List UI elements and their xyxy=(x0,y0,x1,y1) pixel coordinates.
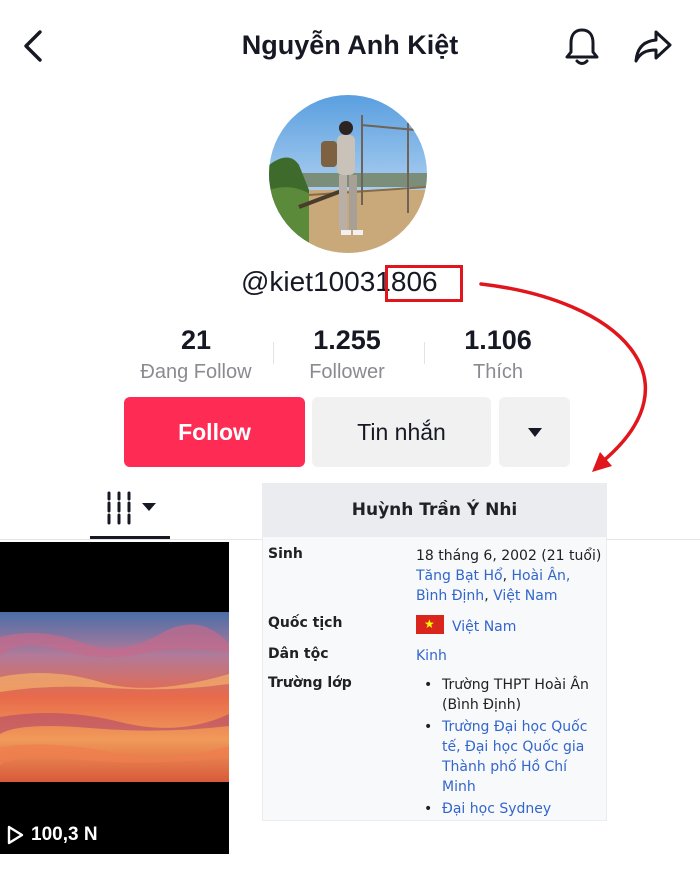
birth-date: 18 tháng 6, 2002 (21 tuổi) xyxy=(416,548,602,564)
stat-likes-label: Thích xyxy=(472,361,524,383)
school-list: Trường THPT Hoài Ân (Bình Định) Trường Đ… xyxy=(416,675,602,819)
wiki-key-birth: Sinh xyxy=(268,546,303,562)
stat-followers[interactable]: 1.255 Follower xyxy=(295,324,399,388)
bell-icon[interactable] xyxy=(560,24,604,68)
birth-province-link[interactable]: Bình Định xyxy=(416,588,484,604)
annotation-highlight-box xyxy=(385,265,463,302)
wiki-title: Huỳnh Trần Ý Nhi xyxy=(263,484,606,537)
grid-icon xyxy=(107,491,156,525)
wiki-value-education: Trường THPT Hoài Ân (Bình Định) Trường Đ… xyxy=(416,675,602,821)
sunset-image xyxy=(0,542,229,854)
video-thumbnail[interactable]: 100,3 N xyxy=(0,542,229,854)
birth-district-link[interactable]: Hoài Ân, xyxy=(511,568,570,584)
wiki-key-ethnicity: Dân tộc xyxy=(268,646,329,662)
birth-place-link[interactable]: Tăng Bạt Hổ xyxy=(416,568,503,584)
wiki-key-education: Trường lớp xyxy=(268,675,352,691)
tab-videos[interactable] xyxy=(90,485,170,540)
ethnicity-link[interactable]: Kinh xyxy=(416,646,602,666)
wiki-row-birth: Sinh 18 tháng 6, 2002 (21 tuổi) Tăng Bạt… xyxy=(268,546,602,606)
nationality-link[interactable]: Việt Nam xyxy=(452,619,516,635)
wiki-row-ethnicity: Dân tộc Kinh xyxy=(268,646,602,666)
stat-following-label: Đang Follow xyxy=(140,361,252,383)
stat-followers-label: Follower xyxy=(309,361,385,383)
stat-followers-value: 1.255 xyxy=(313,325,381,355)
wiki-row-nationality: Quốc tịch ★ Việt Nam xyxy=(268,615,602,637)
birth-country-link[interactable]: Việt Nam xyxy=(493,588,557,604)
username-prefix: @kiet1003 xyxy=(241,266,376,297)
wiki-value-nationality: ★ Việt Nam xyxy=(416,615,602,637)
school-item-link[interactable]: Đại học Sydney xyxy=(416,799,602,819)
stat-divider xyxy=(424,342,425,364)
more-options-button[interactable] xyxy=(499,397,570,467)
play-icon xyxy=(7,825,24,845)
avatar-photo xyxy=(269,95,427,253)
view-count: 100,3 N xyxy=(6,824,98,846)
wiki-key-nationality: Quốc tịch xyxy=(268,615,343,631)
avatar[interactable] xyxy=(269,95,427,253)
chevron-left-icon[interactable] xyxy=(14,26,54,66)
school-item-link[interactable]: Trường Đại học Quốc tế, Đại học Quốc gia… xyxy=(416,717,602,797)
caret-down-icon xyxy=(527,428,542,437)
wiki-row-education: Trường lớp Trường THPT Hoài Ân (Bình Địn… xyxy=(268,675,602,819)
page-title: Nguyễn Anh Kiệt xyxy=(241,30,459,60)
top-bar: Nguyễn Anh Kiệt xyxy=(0,0,700,92)
stat-divider xyxy=(273,342,274,364)
school-item: Trường THPT Hoài Ân (Bình Định) xyxy=(416,675,602,715)
message-button[interactable]: Tin nhắn xyxy=(312,397,491,467)
stat-following[interactable]: 21 Đang Follow xyxy=(130,324,262,388)
stat-likes-value: 1.106 xyxy=(464,325,532,355)
stat-following-value: 21 xyxy=(180,325,212,355)
wiki-value-birth: 18 tháng 6, 2002 (21 tuổi) Tăng Bạt Hổ, … xyxy=(416,548,602,604)
vietnam-flag-icon: ★ xyxy=(416,615,444,634)
wiki-infobox: Huỳnh Trần Ý Nhi Sinh 18 tháng 6, 2002 (… xyxy=(262,483,607,821)
share-arrow-icon[interactable] xyxy=(630,24,676,68)
follow-button[interactable]: Follow xyxy=(124,397,305,467)
stat-likes[interactable]: 1.106 Thích xyxy=(448,324,548,388)
view-count-text: 100,3 N xyxy=(31,824,98,845)
